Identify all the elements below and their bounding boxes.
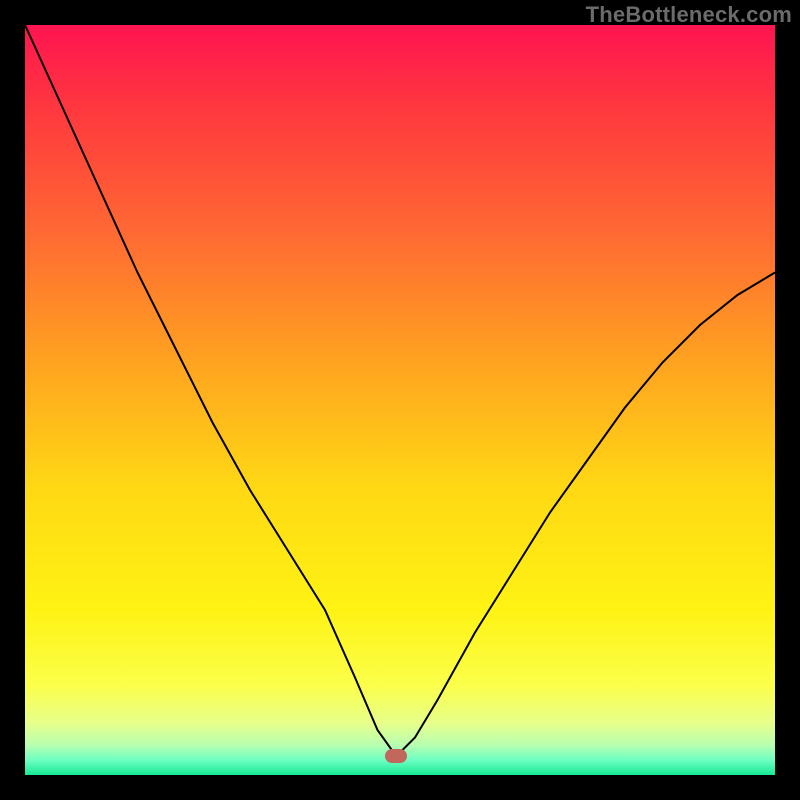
optimal-point-marker [385,749,407,763]
bottleneck-curve [25,25,775,775]
plot-area [25,25,775,775]
chart-frame: TheBottleneck.com [0,0,800,800]
curve-path [25,25,775,756]
